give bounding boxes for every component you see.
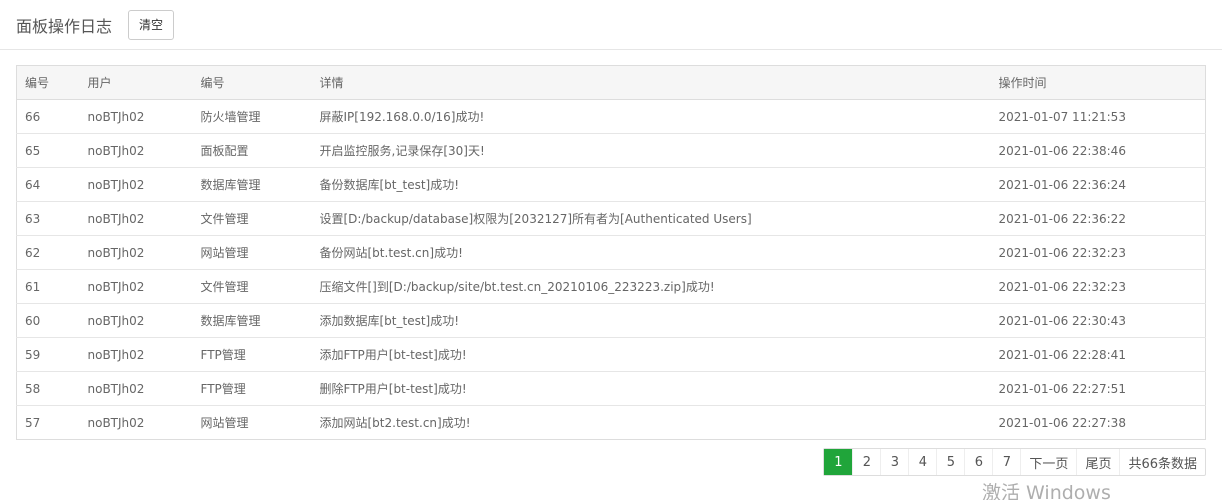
table-row: 63 noBTJh02 文件管理 设置[D:/backup/database]权限为[… (16, 201, 1206, 236)
cell-user: noBTJh02 (79, 201, 193, 236)
cell-detail: 删除FTP用户[bt-test]成功! (311, 371, 991, 406)
cell-user: noBTJh02 (79, 167, 193, 202)
log-table-body: 66 noBTJh02 防火墙管理 屏蔽IP[192.168.0.0/16]成功! 20… (16, 99, 1206, 440)
last-page-button[interactable]: 尾页 (1076, 449, 1119, 475)
cell-user: noBTJh02 (79, 133, 193, 168)
cell-detail: 添加网站[bt2.test.cn]成功! (311, 405, 991, 440)
cell-type: FTP管理 (192, 337, 312, 372)
cell-time: 2021-01-06 22:32:23 (990, 235, 1206, 270)
cell-id: 66 (16, 99, 80, 134)
cell-time: 2021-01-06 22:27:51 (990, 371, 1206, 406)
page-title: 面板操作日志 (16, 16, 113, 36)
cell-type: 网站管理 (192, 235, 312, 270)
windows-activation-watermark: 激活 Windows (982, 482, 1111, 500)
table-row: 59 noBTJh02 FTP管理 添加FTP用户[bt-test]成功! 2021-0… (16, 337, 1206, 372)
table-row: 65 noBTJh02 面板配置 开启监控服务,记录保存[30]天! 2021-01-0… (16, 133, 1206, 168)
page-button-5[interactable]: 5 (936, 449, 964, 475)
column-header-type: 编号 (192, 65, 312, 100)
cell-id: 64 (16, 167, 80, 202)
cell-user: noBTJh02 (79, 337, 193, 372)
cell-time: 2021-01-06 22:30:43 (990, 303, 1206, 338)
cell-type: FTP管理 (192, 371, 312, 406)
cell-time: 2021-01-06 22:27:38 (990, 405, 1206, 440)
cell-time: 2021-01-06 22:28:41 (990, 337, 1206, 372)
cell-time: 2021-01-06 22:36:22 (990, 201, 1206, 236)
cell-id: 58 (16, 371, 80, 406)
cell-time: 2021-01-06 22:36:24 (990, 167, 1206, 202)
cell-detail: 添加数据库[bt_test]成功! (311, 303, 991, 338)
next-page-button[interactable]: 下一页 (1020, 449, 1076, 475)
table-row: 60 noBTJh02 数据库管理 添加数据库[bt_test]成功! 2021-01-… (16, 303, 1206, 338)
cell-time: 2021-01-06 22:32:23 (990, 269, 1206, 304)
log-table: 编号 用户 编号 详情 操作时间 66 noBTJh02 防火墙管理 屏蔽IP[192… (16, 65, 1206, 440)
cell-detail: 屏蔽IP[192.168.0.0/16]成功! (311, 99, 991, 134)
cell-detail: 设置[D:/backup/database]权限为[2032127]所有者为[A… (311, 201, 991, 236)
cell-type: 防火墙管理 (192, 99, 312, 134)
cell-type: 网站管理 (192, 405, 312, 440)
cell-detail: 备份网站[bt.test.cn]成功! (311, 235, 991, 270)
pagination: 1 2 3 4 5 6 7 下一页 尾页 共66条数据 (823, 448, 1206, 476)
table-row: 62 noBTJh02 网站管理 备份网站[bt.test.cn]成功! 2021-01… (16, 235, 1206, 270)
page-button-7[interactable]: 7 (992, 449, 1020, 475)
column-header-detail: 详情 (311, 65, 991, 100)
cell-detail: 添加FTP用户[bt-test]成功! (311, 337, 991, 372)
table-row: 64 noBTJh02 数据库管理 备份数据库[bt_test]成功! 2021-01-… (16, 167, 1206, 202)
page-button-1[interactable]: 1 (824, 449, 853, 475)
page-button-2[interactable]: 2 (852, 449, 880, 475)
cell-type: 文件管理 (192, 269, 312, 304)
page-button-4[interactable]: 4 (908, 449, 936, 475)
cell-id: 63 (16, 201, 80, 236)
cell-time: 2021-01-06 22:38:46 (990, 133, 1206, 168)
cell-id: 62 (16, 235, 80, 270)
clear-button[interactable]: 清空 (128, 9, 175, 40)
cell-user: noBTJh02 (79, 235, 193, 270)
cell-type: 文件管理 (192, 201, 312, 236)
page-button-3[interactable]: 3 (880, 449, 908, 475)
cell-detail: 压缩文件[]到[D:/backup/site/bt.test.cn_202101… (311, 269, 991, 304)
total-count-label: 共66条数据 (1119, 449, 1205, 475)
cell-type: 数据库管理 (192, 167, 312, 202)
table-header-row: 编号 用户 编号 详情 操作时间 (16, 65, 1206, 100)
cell-user: noBTJh02 (79, 371, 193, 406)
cell-detail: 开启监控服务,记录保存[30]天! (311, 133, 991, 168)
cell-type: 面板配置 (192, 133, 312, 168)
cell-id: 57 (16, 405, 80, 440)
cell-user: noBTJh02 (79, 405, 193, 440)
cell-id: 61 (16, 269, 80, 304)
page-button-6[interactable]: 6 (964, 449, 992, 475)
table-row: 66 noBTJh02 防火墙管理 屏蔽IP[192.168.0.0/16]成功! 20… (16, 99, 1206, 134)
cell-user: noBTJh02 (79, 99, 193, 134)
panel-header: 面板操作日志 清空 (0, 0, 1222, 50)
column-header-time: 操作时间 (990, 65, 1206, 100)
column-header-id: 编号 (16, 65, 80, 100)
cell-user: noBTJh02 (79, 303, 193, 338)
cell-id: 60 (16, 303, 80, 338)
column-header-user: 用户 (79, 65, 193, 100)
cell-user: noBTJh02 (79, 269, 193, 304)
table-row: 61 noBTJh02 文件管理 压缩文件[]到[D:/backup/site/bt.… (16, 269, 1206, 304)
cell-time: 2021-01-07 11:21:53 (990, 99, 1206, 134)
cell-id: 65 (16, 133, 80, 168)
table-row: 58 noBTJh02 FTP管理 删除FTP用户[bt-test]成功! 2021-0… (16, 371, 1206, 406)
table-row: 57 noBTJh02 网站管理 添加网站[bt2.test.cn]成功! 2021-0… (16, 405, 1206, 440)
cell-detail: 备份数据库[bt_test]成功! (311, 167, 991, 202)
cell-type: 数据库管理 (192, 303, 312, 338)
log-table-container: 编号 用户 编号 详情 操作时间 66 noBTJh02 防火墙管理 屏蔽IP[192… (16, 65, 1206, 440)
cell-id: 59 (16, 337, 80, 372)
